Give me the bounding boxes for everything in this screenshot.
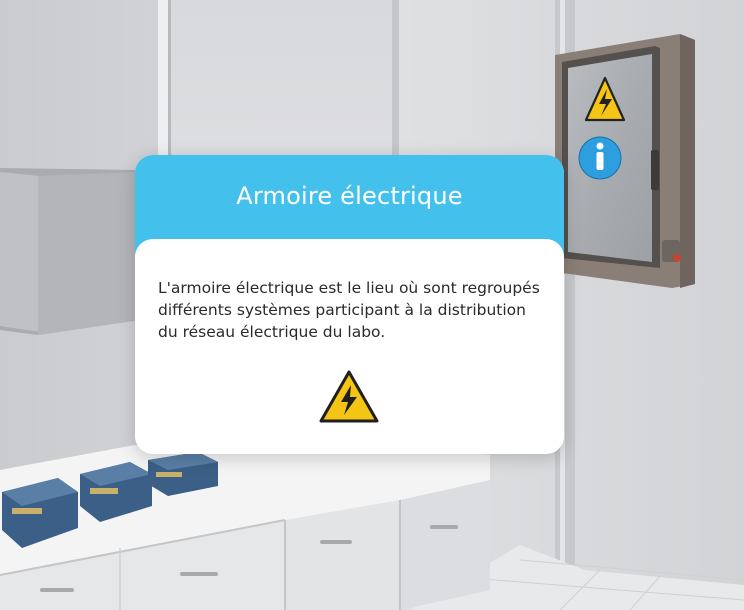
warning-electric-icon [319,370,379,423]
info-icon [578,136,622,180]
dialog-description: L'armoire électrique est le lieu où sont… [158,279,540,341]
dialog-body: L'armoire électrique est le lieu où sont… [135,239,564,454]
info-dialog: Armoire électrique L'armoire électrique … [135,155,564,454]
dialog-title: Armoire électrique [236,182,463,210]
electrical-cabinet [555,34,695,288]
